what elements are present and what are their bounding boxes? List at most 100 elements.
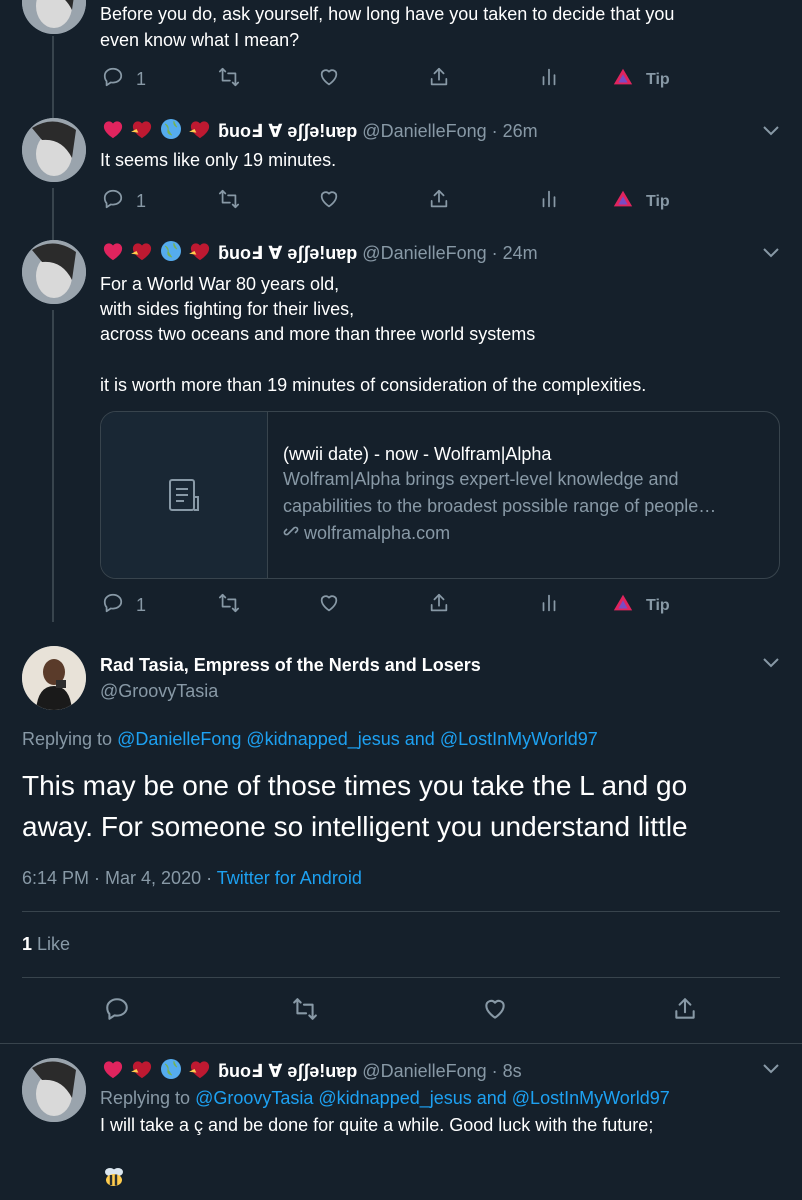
bar-chart-icon <box>538 592 560 619</box>
tweet-text: I will take a ç and be done for quite a … <box>100 1115 654 1135</box>
heart-emoji-icon <box>102 1059 124 1085</box>
retweet-icon <box>218 592 240 619</box>
replying-prefix: Replying to <box>22 729 118 749</box>
main-tweet-actions <box>104 996 704 1026</box>
like-stats[interactable]: 1 Like <box>22 932 70 956</box>
display-name[interactable]: ƃuoℲ ∀ ǝʃʃǝ!uɐp <box>218 1061 357 1081</box>
handle-time[interactable]: @DanielleFong · 26m <box>362 121 537 141</box>
card-domain: wolframalpha.com <box>283 520 773 547</box>
retweet-icon <box>292 996 318 1027</box>
avatar[interactable] <box>22 0 86 34</box>
avatar[interactable] <box>22 240 86 304</box>
reply-icon <box>102 592 124 619</box>
bar-chart-icon <box>538 188 560 215</box>
chevron-down-icon <box>762 125 780 142</box>
timestamp[interactable]: 6:14 PM · Mar 4, 2020 · <box>22 868 217 888</box>
thread-line <box>52 36 54 118</box>
avatar[interactable] <box>22 646 86 710</box>
share-button[interactable] <box>428 188 450 215</box>
chevron-down-icon <box>762 247 780 264</box>
avatar[interactable] <box>22 1058 86 1122</box>
reply-icon <box>102 66 124 93</box>
heart-emoji-icon <box>102 241 124 267</box>
heart-ribbon-emoji-icon <box>129 1059 155 1085</box>
thread-line <box>52 310 54 622</box>
heart-icon <box>318 66 340 93</box>
share-button[interactable] <box>428 592 450 619</box>
reply-button[interactable]: 1 <box>102 592 146 619</box>
tip-button[interactable]: Tip <box>612 188 670 215</box>
analytics-button[interactable] <box>538 592 560 619</box>
link-icon <box>283 523 299 543</box>
like-button[interactable] <box>318 188 340 215</box>
more-options-button[interactable] <box>762 124 780 138</box>
globe-emoji-icon <box>160 240 182 268</box>
retweet-button[interactable] <box>218 188 240 215</box>
card-domain-text: wolframalpha.com <box>304 523 451 543</box>
thread-line <box>52 188 54 240</box>
heart-icon <box>318 592 340 619</box>
tweet-text: It seems like only 19 minutes. <box>100 150 337 170</box>
display-name[interactable]: Rad Tasia, Empress of the Nerds and Lose… <box>100 653 481 677</box>
share-button[interactable] <box>428 66 450 93</box>
reply-icon <box>104 996 130 1027</box>
tweet-meta: 6:14 PM · Mar 4, 2020 · Twitter for Andr… <box>22 866 362 890</box>
share-icon <box>672 996 698 1027</box>
reply-button[interactable]: 1 <box>102 66 146 93</box>
replying-prefix: Replying to <box>100 1088 196 1108</box>
replying-handles[interactable]: @DanielleFong @kidnapped_jesus and @Lost… <box>117 729 598 749</box>
tweet-text: This may be one of those times you take … <box>22 770 688 801</box>
heart-ribbon-emoji-icon <box>187 1059 213 1085</box>
reply-icon <box>102 188 124 215</box>
tweet-text: Before you do, ask yourself, how long ha… <box>100 4 675 24</box>
heart-ribbon-emoji-icon <box>129 119 155 145</box>
share-button[interactable] <box>672 996 698 1027</box>
tweet-actions: 1 Tip <box>102 66 672 96</box>
divider <box>22 911 780 912</box>
share-icon <box>428 592 450 619</box>
tweet-text: For a World War 80 years old, <box>100 274 340 294</box>
tweet-text: with sides fighting for their lives, <box>100 299 355 319</box>
tip-button[interactable]: Tip <box>612 66 670 93</box>
heart-emoji-icon <box>102 119 124 145</box>
chevron-down-icon <box>762 657 780 674</box>
share-icon <box>428 188 450 215</box>
more-options-button[interactable] <box>762 246 780 260</box>
analytics-button[interactable] <box>538 188 560 215</box>
avatar[interactable] <box>22 118 86 182</box>
reply-count: 1 <box>136 191 147 211</box>
heart-ribbon-emoji-icon <box>129 241 155 267</box>
source-link[interactable]: Twitter for Android <box>217 868 362 888</box>
document-icon <box>166 477 202 518</box>
like-button[interactable] <box>318 592 340 619</box>
link-card[interactable]: (wwii date) - now - Wolfram|Alpha Wolfra… <box>100 411 780 579</box>
like-label: Like <box>32 934 71 954</box>
more-options-button[interactable] <box>762 1062 780 1076</box>
display-name[interactable]: ƃuoℲ ∀ ǝʃʃǝ!uɐp <box>218 121 357 141</box>
more-options-button[interactable] <box>762 656 780 670</box>
tweet-header: ƃuoℲ ∀ ǝʃʃǝ!uɐp @DanielleFong · 24m <box>102 240 538 268</box>
handle[interactable]: @GroovyTasia <box>100 679 218 703</box>
tweet-text: across two oceans and more than three wo… <box>100 324 536 344</box>
tip-icon <box>612 592 634 619</box>
retweet-button[interactable] <box>292 996 318 1027</box>
display-name[interactable]: ƃuoℲ ∀ ǝʃʃǝ!uɐp <box>218 243 357 263</box>
tip-button[interactable]: Tip <box>612 592 670 619</box>
like-button[interactable] <box>482 996 508 1027</box>
reply-button[interactable]: 1 <box>102 188 146 215</box>
card-thumbnail <box>101 412 268 578</box>
divider <box>0 1043 802 1044</box>
bee-emoji-icon <box>102 1166 126 1193</box>
reply-button[interactable] <box>104 996 130 1027</box>
tweet-header: ƃuoℲ ∀ ǝʃʃǝ!uɐp @DanielleFong · 26m <box>102 118 538 146</box>
retweet-button[interactable] <box>218 592 240 619</box>
like-button[interactable] <box>318 66 340 93</box>
like-count: 1 <box>22 934 33 954</box>
tweet-actions: 1 Tip <box>102 188 672 218</box>
replying-handles[interactable]: @GroovyTasia @kidnapped_jesus and @LostI… <box>195 1088 670 1108</box>
handle-time[interactable]: @DanielleFong · 24m <box>362 243 537 263</box>
handle-time[interactable]: @DanielleFong · 8s <box>362 1061 521 1081</box>
analytics-button[interactable] <box>538 66 560 93</box>
divider <box>22 977 780 978</box>
retweet-button[interactable] <box>218 66 240 93</box>
